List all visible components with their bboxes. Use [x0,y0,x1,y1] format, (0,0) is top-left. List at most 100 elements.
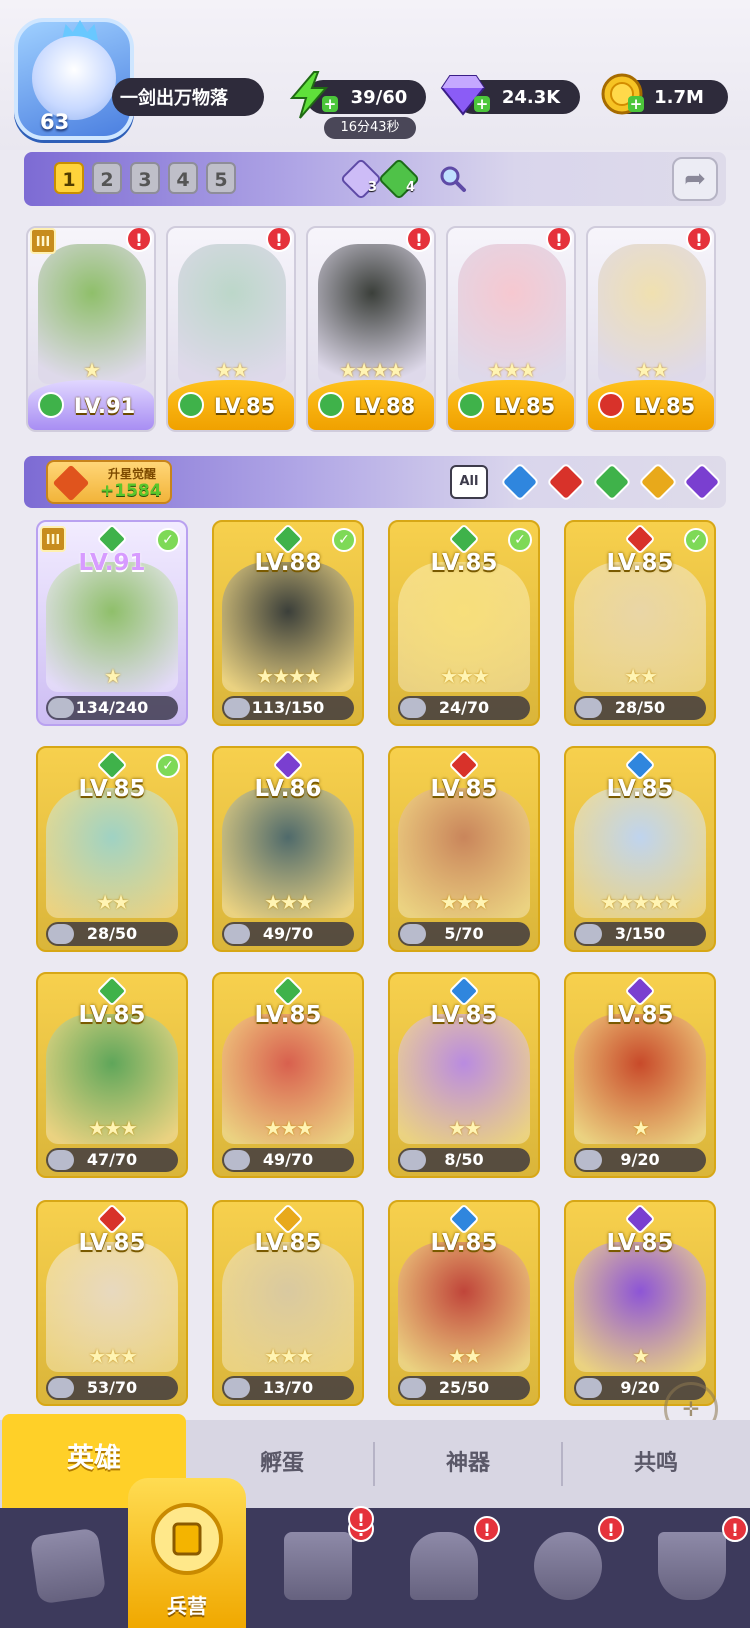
shard-icon [576,698,602,718]
shard-progress: 28/50 [46,922,178,946]
hero-level: LV.85 [606,1002,674,1028]
hero-level: LV.85 [430,1230,498,1256]
player-level: 63 [40,110,70,134]
team-tab-3[interactable]: 3 [130,162,160,194]
hero-card[interactable]: LV.86 ★★★ 49/70 [212,746,364,952]
element-wind-icon [318,392,344,418]
team-slot[interactable]: LV.85 ★★! [166,226,296,432]
gems-plus-icon[interactable]: + [474,96,490,112]
cards-icon [29,1527,107,1605]
shard-icon [400,1150,426,1170]
nav-barracks[interactable]: 兵营 [128,1478,246,1628]
shard-progress: 49/70 [222,922,354,946]
hero-card[interactable]: LV.85 ★ 9/20 [564,972,716,1178]
team-tab-5[interactable]: 5 [206,162,236,194]
hero-card[interactable]: LV.85 ★★★ 13/70 [212,1200,364,1406]
hero-level: LV.85 [78,1002,146,1028]
hero-card[interactable]: LV.85 ★ 9/20 [564,1200,716,1406]
hero-card[interactable]: LV.85 ★★ 28/50 ✓ [564,520,716,726]
filter-light-icon[interactable] [638,462,678,502]
team-slot[interactable]: LV.91 ★! III [26,226,156,432]
shard-icon [400,698,426,718]
nav-shop[interactable]: ! [644,1516,748,1616]
star-awaken-button[interactable]: 升星觉醒 +1584 [46,460,172,504]
shard-icon [48,924,74,944]
hero-stars: ★★ [448,1116,482,1140]
shard-progress: 13/70 [222,1376,354,1400]
hero-card[interactable]: LV.91 ★ 134/240 ✓ III [36,520,188,726]
element-wind-icon [178,392,204,418]
team-slot[interactable]: LV.85 ★★! [586,226,716,432]
team-tab-4[interactable]: 4 [168,162,198,194]
check-icon: ✓ [508,528,532,552]
player-avatar[interactable]: 63 [14,18,134,140]
nav-guild[interactable]: ! [520,1516,624,1616]
hero-card[interactable]: LV.85 ★★ 28/50 ✓ [36,746,188,952]
team-bar: 1 2 3 4 5 3 4 ➦ [24,152,726,206]
hero-card[interactable]: LV.88 ★★★★ 113/150 ✓ [212,520,364,726]
slot-alert-icon: ! [546,228,572,252]
shard-progress: 53/70 [46,1376,178,1400]
check-icon: ✓ [332,528,356,552]
shard-icon [576,1150,602,1170]
shard-progress: 47/70 [46,1148,178,1172]
energy-plus-icon[interactable]: + [322,96,338,112]
shard-icon [224,924,250,944]
team-slot[interactable]: LV.85 ★★★! [446,226,576,432]
team-tab-1[interactable]: 1 [54,162,84,194]
hero-level: LV.85 [430,550,498,576]
filter-fire-icon[interactable] [546,462,586,502]
nav-map-badge: ! [348,1506,374,1532]
hero-card[interactable]: LV.85 ★★ 25/50 [388,1200,540,1406]
castle-icon [410,1532,478,1600]
tab-divider [373,1442,375,1486]
hero-stars: ★★★ [264,890,314,914]
tab-artifacts[interactable]: 神器 [376,1420,560,1508]
filter-dark-icon[interactable] [682,462,722,502]
shield-icon [658,1532,726,1600]
hero-card[interactable]: LV.85 ★★★ 24/70 ✓ [388,520,540,726]
rank-badge: III [40,526,66,552]
shard-count: 9/20 [620,1150,660,1169]
hero-card[interactable]: LV.85 ★★★★★ 3/150 [564,746,716,952]
hero-card[interactable]: LV.85 ★★★ 47/70 [36,972,188,1178]
filter-water-icon[interactable] [500,462,540,502]
gold-plus-icon[interactable]: + [628,96,644,112]
shard-count: 3/150 [614,924,666,943]
hero-stars: ★★★ [88,1116,138,1140]
hero-card[interactable]: LV.85 ★★★ 49/70 [212,972,364,1178]
team-slot[interactable]: LV.88 ★★★★! [306,226,436,432]
shard-progress: 24/70 [398,696,530,720]
team-tab-2[interactable]: 2 [92,162,122,194]
slot-alert-icon: ! [406,228,432,252]
hero-card[interactable]: LV.85 ★★★ 53/70 [36,1200,188,1406]
tab-divider [561,1442,563,1486]
filter-all-button[interactable]: All [450,465,488,499]
hero-level: LV.88 [254,550,322,576]
filter-wind-icon[interactable] [592,462,632,502]
search-icon[interactable] [438,164,468,194]
hero-stars: ★★★★★ [600,890,682,914]
hero-level: LV.85 [78,776,146,802]
shard-icon [224,1378,250,1398]
shard-icon [48,1150,74,1170]
shard-icon [48,1378,74,1398]
hero-stars: ★ [632,1344,650,1368]
shard-progress: 8/50 [398,1148,530,1172]
share-button[interactable]: ➦ [672,157,718,201]
hero-stars: ★★★ [440,664,490,688]
element-wind-icon [38,392,64,418]
wind-gem-count: 4 [406,180,416,195]
hero-card[interactable]: LV.85 ★★ 8/50 [388,972,540,1178]
tab-resonance[interactable]: 共鸣 [564,1420,748,1508]
nav-castle[interactable]: ! [396,1516,500,1616]
energy-timer: 16分43秒 [324,117,416,139]
shard-progress: 9/20 [574,1148,706,1172]
shard-progress: 113/150 [222,696,354,720]
nav-cards[interactable] [20,1520,116,1616]
hero-level: LV.85 [606,1230,674,1256]
nav-map[interactable]: ! [270,1516,374,1616]
shard-icon [576,924,602,944]
shard-count: 49/70 [262,1150,314,1169]
hero-card[interactable]: LV.85 ★★★ 5/70 [388,746,540,952]
